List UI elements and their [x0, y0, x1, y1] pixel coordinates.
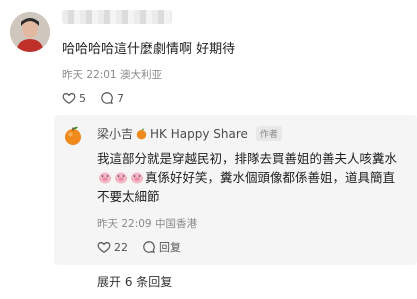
reply-username-row[interactable]: 梁小吉 HK Happy Share 作者 — [97, 125, 282, 142]
reply-username: 梁小吉 — [97, 127, 134, 141]
comment-icon — [100, 91, 114, 105]
reply-meta: 昨天 22:09 中国香港 — [97, 216, 197, 231]
author-badge: 作者 — [255, 126, 282, 141]
commenter-username-blurred[interactable] — [62, 10, 172, 24]
reply-like-count: 22 — [114, 240, 128, 254]
heart-icon — [62, 91, 76, 105]
comment-time: 昨天 22:01 — [62, 69, 117, 81]
expand-replies-button[interactable]: 展开 6 条回复 — [97, 273, 172, 290]
heart-icon — [97, 240, 111, 254]
comment-location: 澳大利亚 — [119, 69, 162, 81]
reply-time: 昨天 22:09 — [97, 218, 152, 230]
comment-like-count: 5 — [79, 91, 86, 105]
orange-icon — [136, 128, 147, 140]
reply-text-part1: 我這部分就是穿越民初，排隊去買善姐的善夫人咳糞水 — [97, 151, 398, 166]
reply-location: 中国香港 — [154, 218, 197, 230]
comment-actions: 5 7 — [62, 91, 124, 105]
comment-reply-count: 7 — [117, 91, 124, 105]
reply-like-button[interactable]: 22 — [97, 240, 128, 254]
reply-reply-label: 回复 — [159, 241, 181, 254]
orange-icon — [65, 126, 81, 145]
comment-reply-button[interactable]: 7 — [100, 91, 124, 105]
reply-brand: HK Happy Share — [150, 126, 248, 141]
pig-emoji — [98, 170, 112, 184]
comment-text: 哈哈哈哈這什麼劇情啊 好期待 — [62, 42, 236, 57]
reply-actions: 22 回复 — [97, 239, 181, 255]
comment-meta: 昨天 22:01 澳大利亚 — [62, 67, 162, 82]
commenter-avatar[interactable] — [10, 12, 50, 52]
reply-avatar[interactable] — [62, 124, 84, 146]
reply-reply-button[interactable]: 回复 — [142, 239, 181, 255]
comment-like-button[interactable]: 5 — [62, 91, 86, 105]
pig-emoji — [114, 170, 128, 184]
pig-emoji — [130, 170, 144, 184]
reply-text: 我這部分就是穿越民初，排隊去買善姐的善夫人咳糞水真係好好笑，糞水個頭像都係善姐，… — [97, 149, 397, 206]
comment-icon — [142, 240, 156, 254]
